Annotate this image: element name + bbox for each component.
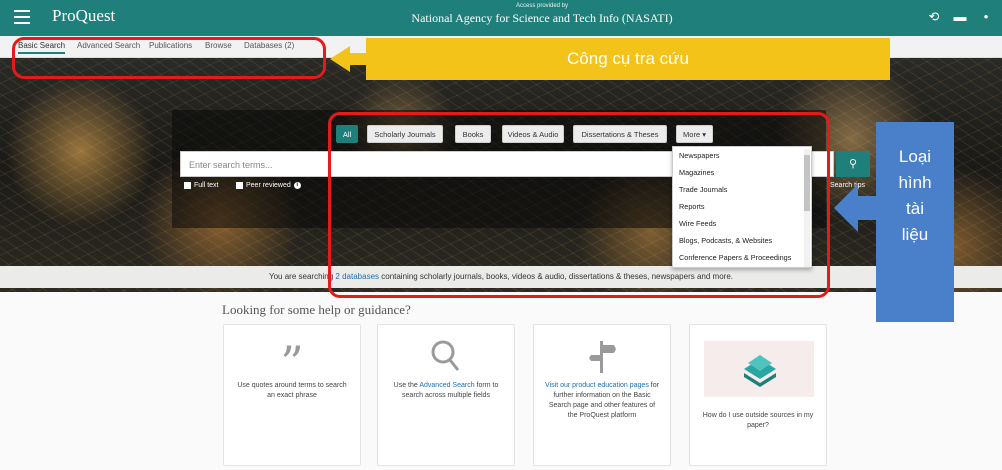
annotation-arrows bbox=[330, 46, 878, 232]
blue-arrow-icon bbox=[834, 184, 878, 232]
yellow-arrow-icon bbox=[330, 46, 368, 72]
screenshot-root: ProQuest Access provided by National Age… bbox=[0, 0, 1002, 470]
